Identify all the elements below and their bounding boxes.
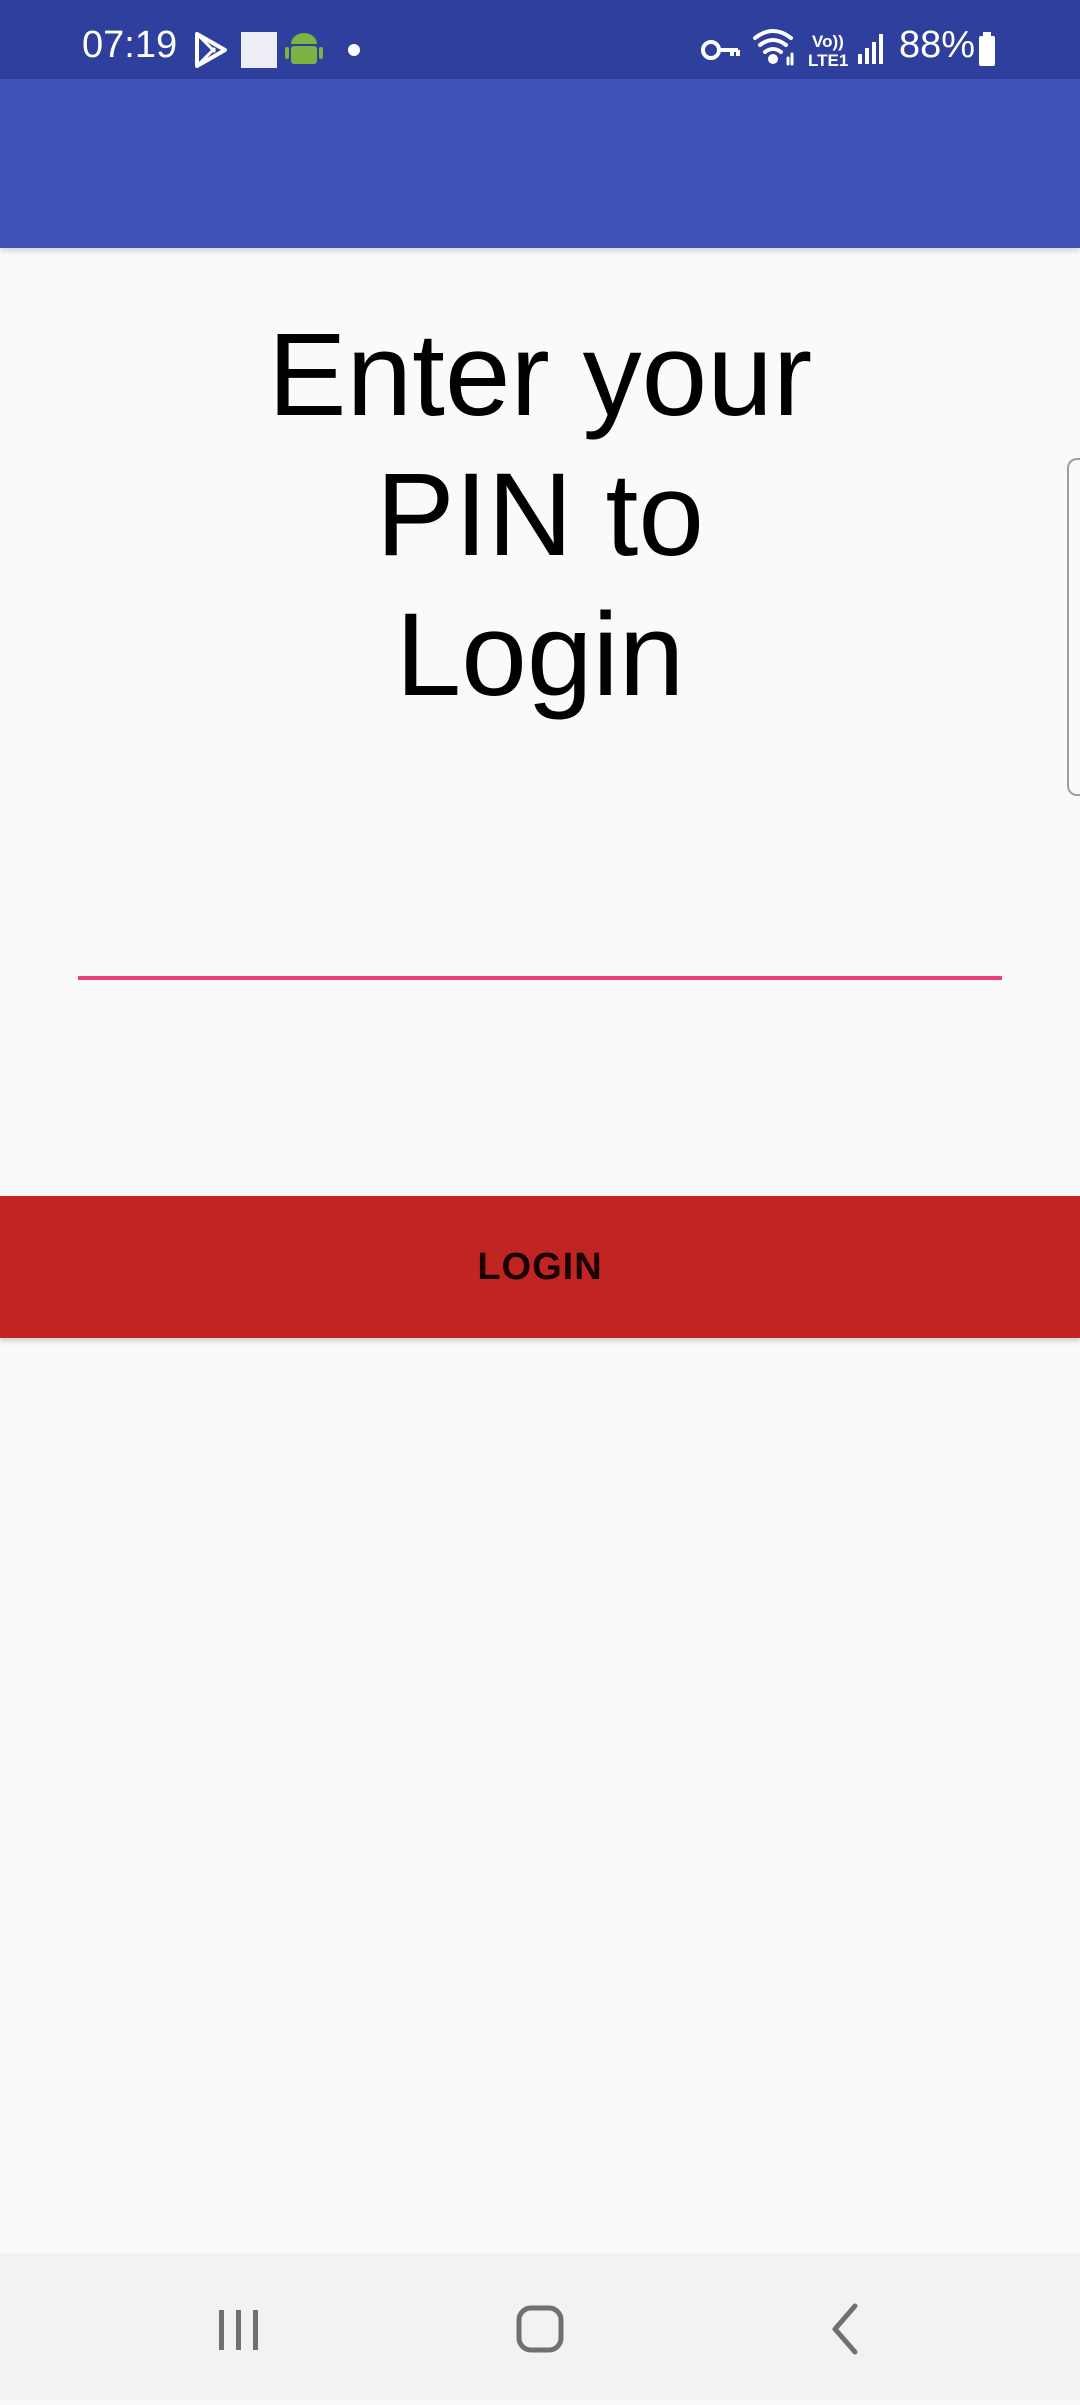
battery-icon (979, 32, 995, 66)
navigation-bar (0, 2254, 1080, 2400)
back-button[interactable] (765, 2254, 925, 2400)
wifi-icon (753, 29, 794, 66)
login-button[interactable]: LOGIN (0, 1196, 1080, 1338)
back-icon (832, 2303, 858, 2355)
vpn-key-icon (701, 40, 740, 60)
edge-panel-handle[interactable] (1067, 458, 1080, 796)
status-bar: 07:19 Vo)) LTE1 88% (0, 0, 1080, 79)
pin-input[interactable] (78, 900, 1002, 980)
home-button[interactable] (460, 2254, 620, 2400)
svg-text:LTE1: LTE1 (808, 51, 848, 70)
battery-percentage: 88% (899, 24, 976, 66)
home-icon (516, 2305, 564, 2353)
recent-apps-button[interactable] (158, 2254, 318, 2400)
volte-lte-icon: Vo)) LTE1 (808, 32, 848, 70)
svg-text:Vo)): Vo)) (812, 32, 844, 51)
recent-apps-icon (219, 2310, 258, 2350)
signal-icon (858, 34, 883, 64)
app-bar (0, 79, 1080, 248)
page-title: Enter your PIN to Login (267, 309, 813, 721)
